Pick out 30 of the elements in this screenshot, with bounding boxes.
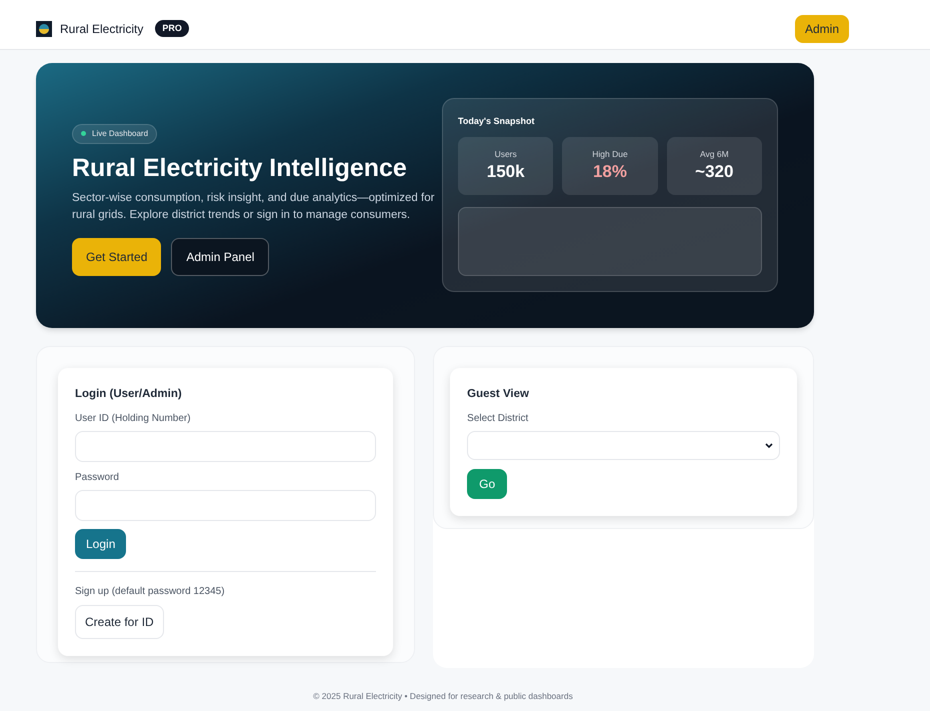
logo-icon	[36, 20, 52, 36]
stat-label: Users	[494, 148, 517, 161]
snapshot-title: Today's Snapshot	[458, 115, 536, 128]
pro-badge: PRO	[155, 20, 189, 38]
field-label: Select District	[467, 412, 530, 426]
stat-label: Avg 6M	[700, 148, 729, 161]
hero-description: Sector-wise consumption, risk insight, and due analytics—optimized for rural grids. Explore district trends or sign in to manage consumers.	[72, 191, 436, 223]
get-started-button[interactable]: Get Started	[72, 238, 162, 276]
stat-label: High Due	[592, 148, 628, 161]
admin-panel-button[interactable]: Admin Panel	[171, 238, 270, 276]
create-id-button[interactable]: Create for ID	[75, 605, 164, 640]
field-label: Password	[75, 471, 120, 486]
input-field[interactable]	[75, 490, 376, 522]
footer-text: © 2025 Rural Electricity • Designed for research & public dashboards	[312, 690, 574, 703]
brand-name: Rural Electricity	[60, 20, 144, 38]
district-select[interactable]	[467, 431, 780, 460]
status-pill: Live Dashboard	[72, 124, 158, 144]
login-button[interactable]: Login	[75, 529, 126, 560]
guest-title: Guest View	[467, 387, 530, 402]
hero-title: Rural Electricity Intelligence	[72, 153, 408, 184]
go-button[interactable]: Go	[467, 469, 508, 500]
admin-button[interactable]: Admin	[794, 14, 849, 42]
signup-text: Sign up (default password 12345)	[75, 585, 226, 600]
stat-value: 150k	[486, 160, 525, 183]
field-label: User ID (Holding Number)	[75, 412, 192, 426]
stat-value: 18%	[592, 160, 627, 183]
input-field[interactable]	[75, 431, 376, 462]
login-title: Login (User/Admin)	[75, 387, 183, 402]
stat-value: ~320	[695, 160, 734, 183]
chevron-down-icon	[765, 442, 773, 449]
